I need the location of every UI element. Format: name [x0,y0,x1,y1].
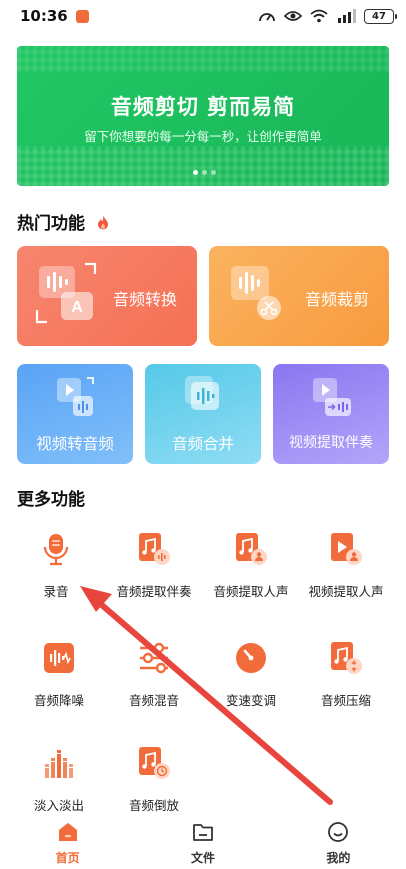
tab-files-label: 文件 [190,850,215,865]
home-screen: 音频剪切 剪而易简 留下你想要的每一分每一秒，让创作更简单 热门功能 A 音频转… [0,32,406,817]
home-icon [58,822,77,841]
wifi-icon [310,9,328,23]
eye-icon [284,11,302,21]
annotation-arrow [80,586,333,805]
signal-icon [338,9,356,23]
status-icons: 47 [258,8,397,24]
speedometer-icon [259,13,275,22]
tab-files[interactable]: 文件 [135,817,270,869]
battery-icon: 47 [364,8,397,24]
bottom-tab-bar: 首页 文件 我的 [0,817,406,869]
tab-home-label: 首页 [55,850,80,865]
app-notification-icon [75,9,89,23]
tab-profile-label: 我的 [326,850,351,865]
folder-icon [193,823,213,841]
tab-home[interactable]: 首页 [0,817,135,869]
status-time: 10:36 [20,7,68,25]
status-bar: 10:36 47 [0,0,406,32]
tab-profile[interactable]: 我的 [271,817,406,869]
smiley-face-icon [328,821,349,842]
